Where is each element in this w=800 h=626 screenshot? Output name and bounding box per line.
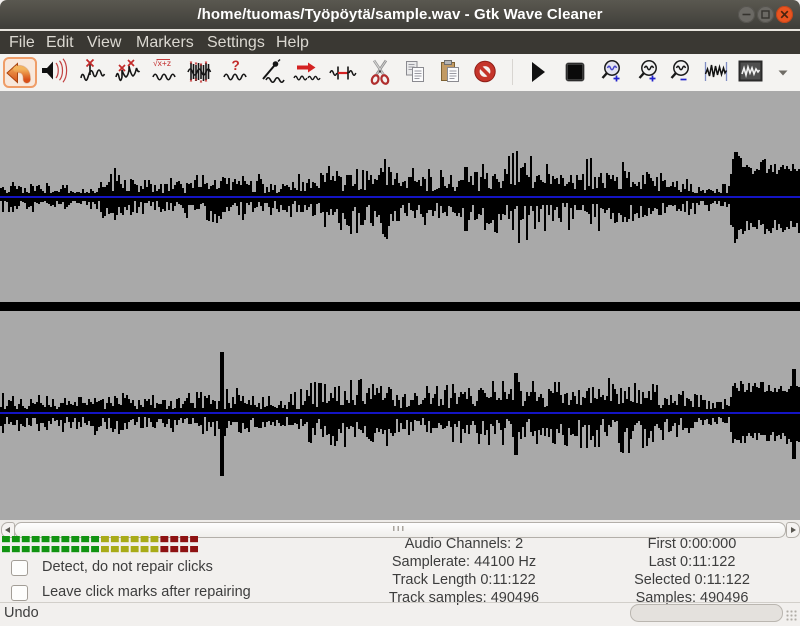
- svg-text:?: ?: [232, 58, 240, 73]
